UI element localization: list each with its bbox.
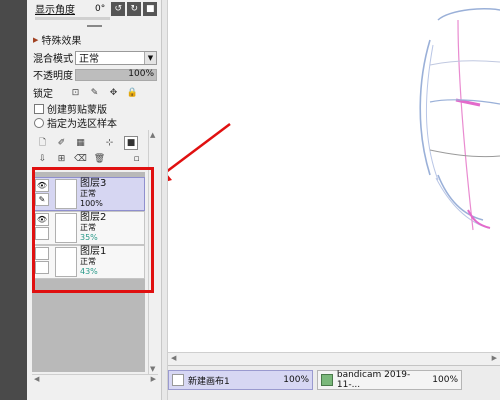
canvas-drawing <box>168 7 500 231</box>
angle-slider-track[interactable] <box>35 17 110 20</box>
new-folder-icon[interactable]: ▦ <box>74 137 87 150</box>
rotate-right-button[interactable]: ↻ <box>127 1 142 16</box>
display-angle-row: 显示角度 0° ↺ ↻ ■ <box>35 1 162 16</box>
rotate-left-button[interactable]: ↺ <box>111 1 126 16</box>
selection-sample-row[interactable]: 指定为选区样本 <box>34 115 169 130</box>
new-pen-layer-icon[interactable]: ✐ <box>55 137 68 150</box>
special-effects-header[interactable]: ▶ 特殊效果 <box>33 32 168 48</box>
canvas-icon <box>172 374 184 386</box>
image-icon <box>321 374 333 386</box>
opacity-row: 不透明度 100% <box>33 67 168 82</box>
lock-paint-icon[interactable]: ✎ <box>88 86 101 99</box>
tab-label: 新建画布1 <box>188 376 230 387</box>
new-layer-icon[interactable]: 🗋 <box>36 137 49 150</box>
selection-sample-radio[interactable] <box>34 117 44 128</box>
specify-selection-sample-label: 指定为选区样本 <box>47 119 117 130</box>
chevron-down-icon: ▼ <box>144 51 156 64</box>
layer-list-horizontal-scrollbar[interactable]: ◀ ▶ <box>32 374 158 384</box>
display-angle-label: 显示角度 <box>35 5 75 16</box>
highlight-annotation-box <box>32 167 154 293</box>
blend-mode-row: 混合模式 正常 ▼ <box>33 50 168 65</box>
lock-all-icon[interactable]: 🔒 <box>126 86 139 99</box>
transfer-down-icon[interactable]: ⇩ <box>36 152 49 165</box>
tab-bandicam[interactable]: bandicam 2019-11-... 100% <box>317 370 462 390</box>
document-tabs-bar: 新建画布1 100% bandicam 2019-11-... 100% <box>168 365 500 400</box>
display-angle-value[interactable]: 0° <box>95 4 105 14</box>
blend-mode-select[interactable]: 正常 ▼ <box>75 50 157 65</box>
lock-row: 锁定 ⊡ ✎ ✥ 🔒 <box>33 85 168 101</box>
layer-extra-icon[interactable]: ▫ <box>130 152 143 165</box>
delete-layer-icon[interactable]: 🗑 <box>93 152 106 165</box>
lock-transparency-icon[interactable]: ⊡ <box>69 86 82 99</box>
blend-mode-value: 正常 <box>79 54 99 65</box>
special-effects-label: 特殊效果 <box>41 36 82 47</box>
opacity-value: 100% <box>128 68 154 79</box>
lock-move-icon[interactable]: ✥ <box>107 86 120 99</box>
tab-zoom: 100% <box>432 375 458 385</box>
reset-rotation-button[interactable]: ■ <box>143 1 158 16</box>
canvas-area[interactable] <box>168 0 500 352</box>
lock-label: 锁定 <box>33 89 53 100</box>
create-clipping-row[interactable]: 创建剪贴蒙版 <box>34 101 169 116</box>
merge-icon[interactable]: ⊹ <box>103 137 116 150</box>
create-clipping-label: 创建剪贴蒙版 <box>47 105 107 116</box>
tab-zoom: 100% <box>283 375 309 385</box>
clear-layer-icon[interactable]: ⌫ <box>74 152 87 165</box>
create-clipping-checkbox[interactable] <box>34 103 44 114</box>
tab-new-canvas-1[interactable]: 新建画布1 100% <box>168 370 313 390</box>
tab-label: bandicam 2019-11-... <box>336 370 411 390</box>
opacity-label: 不透明度 <box>33 71 73 82</box>
canvas-horizontal-scrollbar[interactable]: ◀ ▶ <box>168 352 500 365</box>
collapse-arrow-icon: ▶ <box>33 35 39 44</box>
layer-options-button[interactable]: ■ <box>124 136 138 150</box>
left-toolbar-strip <box>0 0 27 400</box>
opacity-slider[interactable]: 100% <box>75 68 157 81</box>
blend-mode-label: 混合模式 <box>33 54 73 65</box>
panel-divider <box>87 25 102 27</box>
merge-down-icon[interactable]: ⊞ <box>55 152 68 165</box>
